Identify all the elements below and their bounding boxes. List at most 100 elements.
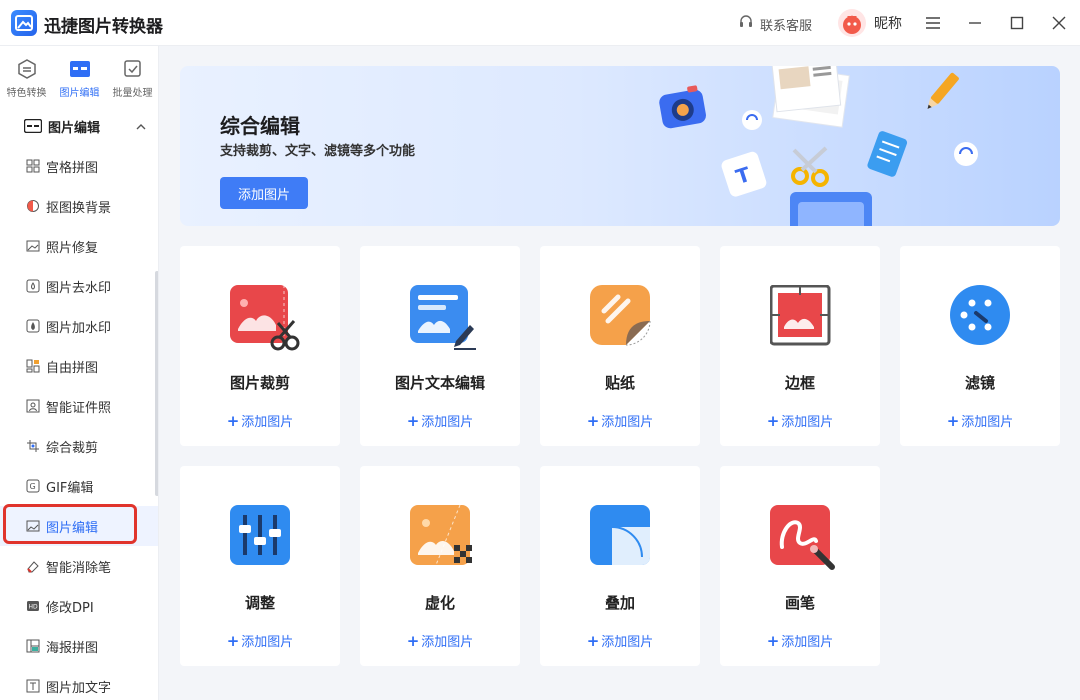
watermark-add-icon <box>26 319 40 333</box>
add-image-label: 添加图片 <box>781 635 834 650</box>
section-icon <box>24 119 42 133</box>
svg-text:HD: HD <box>29 604 39 611</box>
plus-icon: + <box>406 632 420 650</box>
sidebar-item-label: 图片加文字 <box>46 680 112 696</box>
avatar[interactable] <box>838 9 866 37</box>
add-image-label: 添加图片 <box>601 415 654 430</box>
tool-title: 叠加 <box>604 594 635 612</box>
tool-card-frame[interactable]: 边框 + 添加图片 <box>720 246 880 446</box>
sidebar-item-label: 宫格拼图 <box>46 160 99 176</box>
tool-add-image-link[interactable]: + 添加图片 <box>540 411 700 430</box>
tool-card-filter[interactable]: 滤镜 + 添加图片 <box>900 246 1060 446</box>
plus-icon: + <box>766 412 780 430</box>
dpi-icon: HD <box>26 599 40 613</box>
add-image-label: 添加图片 <box>961 415 1014 430</box>
tool-title: 滤镜 <box>964 374 995 392</box>
watermark-remove-icon <box>26 279 40 293</box>
add-image-label: 添加图片 <box>601 635 654 650</box>
sidebar-item-cutout[interactable]: 抠图换背景 <box>0 186 158 226</box>
svg-text:G: G <box>30 482 36 491</box>
sidebar-item-id-photo[interactable]: 智能证件照 <box>0 386 158 426</box>
close-icon[interactable] <box>1048 12 1070 34</box>
sidebar-item-modify-dpi[interactable]: HD 修改DPI <box>0 586 158 626</box>
support-link[interactable]: 联系客服 <box>738 14 812 34</box>
tool-title: 画笔 <box>784 594 815 612</box>
tool-add-image-link[interactable]: + 添加图片 <box>720 631 880 650</box>
tool-title: 贴纸 <box>604 374 635 392</box>
tab-image-edit[interactable]: 图片编辑 <box>53 46 106 104</box>
tool-card-overlay[interactable]: 叠加 + 添加图片 <box>540 466 700 666</box>
tool-card-blur[interactable]: 虚化 + 添加图片 <box>360 466 520 666</box>
tool-add-image-link[interactable]: + 添加图片 <box>360 411 520 430</box>
sidebar-item-label: 图片编辑 <box>46 520 99 536</box>
plus-icon: + <box>766 632 780 650</box>
sidebar-item-label: 图片去水印 <box>46 280 112 296</box>
sidebar-section-image-edit[interactable]: 图片编辑 <box>0 108 158 144</box>
plus-icon: + <box>226 412 240 430</box>
tool-add-image-link[interactable]: + 添加图片 <box>360 631 520 650</box>
sidebar-top-nav: 特色转换 图片编辑 批量处理 <box>0 46 158 104</box>
sidebar-item-free-collage[interactable]: 自由拼图 <box>0 346 158 386</box>
sidebar-item-label: 抠图换背景 <box>46 200 112 216</box>
batch-check-icon <box>122 58 144 80</box>
tool-title: 边框 <box>784 374 815 392</box>
tab-label: 图片编辑 <box>59 88 100 99</box>
sidebar-item-gif-edit[interactable]: G GIF编辑 <box>0 466 158 506</box>
sidebar: 特色转换 图片编辑 批量处理 图片编辑 宫格拼图 抠图换背景 照片修复 图片去水… <box>0 46 159 700</box>
sidebar-item-crop-all[interactable]: 综合裁剪 <box>0 426 158 466</box>
blur-icon <box>410 504 472 566</box>
plus-icon: + <box>586 412 600 430</box>
sidebar-item-add-watermark[interactable]: 图片加水印 <box>0 306 158 346</box>
support-label: 联系客服 <box>760 18 813 34</box>
plus-icon: + <box>586 632 600 650</box>
frame-icon <box>769 284 831 346</box>
text-image-icon <box>26 679 40 693</box>
sidebar-item-remove-watermark[interactable]: 图片去水印 <box>0 266 158 306</box>
tab-batch-process[interactable]: 批量处理 <box>106 46 158 104</box>
maximize-icon[interactable] <box>1006 12 1028 34</box>
sidebar-item-image-edit[interactable]: 图片编辑 <box>0 506 158 546</box>
tool-add-image-link[interactable]: + 添加图片 <box>180 411 340 430</box>
sidebar-item-label: 照片修复 <box>46 240 99 256</box>
title-bar: 迅捷图片转换器 联系客服 昵称 <box>0 0 1080 46</box>
tool-card-adjust[interactable]: 调整 + 添加图片 <box>180 466 340 666</box>
banner: 综合编辑 支持裁剪、文字、滤镜等多个功能 添加图片 T <box>180 66 1060 226</box>
adjust-sliders-icon <box>230 505 290 565</box>
tool-card-text-edit[interactable]: 图片文本编辑 + 添加图片 <box>360 246 520 446</box>
add-image-label: 添加图片 <box>241 415 294 430</box>
add-image-label: 添加图片 <box>781 415 834 430</box>
sidebar-item-photo-repair[interactable]: 照片修复 <box>0 226 158 266</box>
image-edit-icon <box>69 58 91 80</box>
sidebar-item-poster-collage[interactable]: 海报拼图 <box>0 626 158 666</box>
section-title: 图片编辑 <box>48 120 101 136</box>
sidebar-item-label: 图片加水印 <box>46 320 112 336</box>
tool-add-image-link[interactable]: + 添加图片 <box>540 631 700 650</box>
sidebar-item-label: 智能证件照 <box>46 400 112 416</box>
minimize-icon[interactable] <box>964 12 986 34</box>
sidebar-item-add-text[interactable]: 图片加文字 <box>0 666 158 700</box>
nickname[interactable]: 昵称 <box>874 13 902 33</box>
refresh-icon <box>16 58 38 80</box>
sticker-icon <box>590 285 651 346</box>
sidebar-scrollbar[interactable] <box>155 271 158 496</box>
sidebar-item-grid-collage[interactable]: 宫格拼图 <box>0 146 158 186</box>
add-image-label: 添加图片 <box>421 415 474 430</box>
grid-icon <box>26 159 40 173</box>
tool-card-crop[interactable]: 图片裁剪 + 添加图片 <box>180 246 340 446</box>
tool-card-brush[interactable]: 画笔 + 添加图片 <box>720 466 880 666</box>
plus-icon: + <box>406 412 420 430</box>
tool-add-image-link[interactable]: + 添加图片 <box>900 411 1060 430</box>
filter-icon <box>950 285 1010 345</box>
sidebar-item-smart-eraser[interactable]: 智能消除笔 <box>0 546 158 586</box>
headset-icon <box>738 14 754 34</box>
app-logo-icon <box>11 10 37 36</box>
menu-icon[interactable] <box>922 12 944 34</box>
add-image-label: 添加图片 <box>241 635 294 650</box>
app-title: 迅捷图片转换器 <box>44 17 163 37</box>
tab-label: 批量处理 <box>112 88 153 99</box>
tab-special-convert[interactable]: 特色转换 <box>0 46 53 104</box>
tool-add-image-link[interactable]: + 添加图片 <box>720 411 880 430</box>
tool-add-image-link[interactable]: + 添加图片 <box>180 631 340 650</box>
tool-title: 虚化 <box>424 594 455 612</box>
tool-card-sticker[interactable]: 贴纸 + 添加图片 <box>540 246 700 446</box>
